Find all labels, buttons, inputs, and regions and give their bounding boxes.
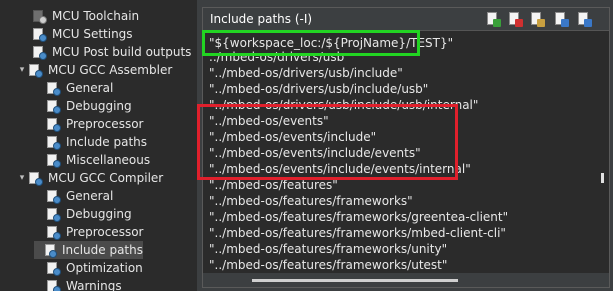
tree-item[interactable]: Miscellaneous xyxy=(34,151,150,169)
tree-item-label: Preprocessor xyxy=(66,117,144,131)
settings-page-icon xyxy=(46,153,61,168)
move-down-icon[interactable] xyxy=(576,11,592,27)
edit-path-icon[interactable] xyxy=(529,11,545,27)
tree-item[interactable]: MCU Toolchain xyxy=(20,7,139,25)
horizontal-scroll-thumb[interactable] xyxy=(252,279,458,282)
settings-tree: MCU Toolchain MCU Settings MCU Post build … xyxy=(0,0,197,291)
panel-title: Include paths (-I) xyxy=(210,12,313,26)
green-highlight-box xyxy=(202,30,420,56)
tree-item-label: MCU Toolchain xyxy=(52,9,140,23)
tree-item[interactable]: Preprocessor xyxy=(34,115,143,133)
tree-item[interactable]: ▾ MCU GCC Compiler xyxy=(16,169,163,187)
tree-item[interactable]: General xyxy=(34,187,113,205)
settings-page-icon xyxy=(28,171,43,186)
tree-item[interactable]: MCU Settings xyxy=(20,25,133,43)
tree-item[interactable]: MCU Post build outputs xyxy=(20,43,191,61)
settings-page-icon xyxy=(46,117,61,132)
collapse-chevron-icon[interactable]: ▾ xyxy=(16,169,28,187)
tree-item[interactable]: Include paths xyxy=(34,241,143,259)
settings-page-icon xyxy=(46,189,61,204)
settings-page-icon xyxy=(28,63,43,78)
panel-header: Include paths (-I) xyxy=(203,8,609,31)
settings-page-icon xyxy=(46,225,61,240)
settings-page-icon xyxy=(46,279,61,291)
tree-item[interactable]: Debugging xyxy=(34,205,132,223)
red-highlight-box xyxy=(197,104,458,180)
tree-item-label: Optimization xyxy=(66,261,143,275)
tree-item-label: General xyxy=(66,189,114,203)
settings-page-icon xyxy=(46,207,61,222)
settings-page-icon xyxy=(32,45,47,60)
tree-item-label: MCU GCC Compiler xyxy=(48,171,164,185)
settings-page-icon xyxy=(46,99,61,114)
delete-path-icon[interactable] xyxy=(507,11,523,27)
collapse-chevron-icon[interactable]: ▾ xyxy=(16,61,28,79)
include-path-item[interactable]: "../mbed-os/features/frameworks" xyxy=(209,193,413,209)
tree-item[interactable]: General xyxy=(34,79,113,97)
add-path-icon[interactable] xyxy=(485,11,501,27)
tree-item[interactable]: Warnings xyxy=(34,277,122,291)
tool-icon xyxy=(32,9,47,24)
tree-item-label: Include paths xyxy=(61,243,143,257)
tree-item-label: MCU Post build outputs xyxy=(52,45,192,59)
move-up-icon[interactable] xyxy=(553,11,569,27)
tree-item-label: Debugging xyxy=(66,99,132,113)
include-path-item[interactable]: "../mbed-os/features/frameworks/utest" xyxy=(209,257,447,273)
vertical-scroll-thumb[interactable] xyxy=(601,173,604,183)
tree-item[interactable]: Preprocessor xyxy=(34,223,143,241)
tree-item-label: Debugging xyxy=(66,207,132,221)
tree-item-label: MCU GCC Assembler xyxy=(48,63,173,77)
include-path-item[interactable]: "../mbed-os/features/frameworks/greentea… xyxy=(209,209,508,225)
tree-item-label: General xyxy=(66,81,114,95)
tree-item[interactable]: ▾ MCU GCC Assembler xyxy=(16,61,172,79)
include-path-item[interactable]: "../mbed-os/drivers/usb/include" xyxy=(209,65,403,81)
tree-item-label: Warnings xyxy=(66,279,122,291)
settings-page-icon xyxy=(46,81,61,96)
horizontal-scrollbar[interactable] xyxy=(203,273,609,287)
settings-page-icon xyxy=(46,261,61,276)
tree-item-label: Include paths xyxy=(66,135,148,149)
tree-item[interactable]: Include paths xyxy=(34,133,147,151)
settings-page-icon xyxy=(32,27,47,42)
include-path-item[interactable]: "../mbed-os/drivers/usb/include/usb" xyxy=(209,81,428,97)
include-path-item[interactable]: "../mbed-os/features/frameworks/unity" xyxy=(209,241,447,257)
vertical-scrollbar[interactable] xyxy=(596,31,609,273)
tree-item-label: Miscellaneous xyxy=(66,153,151,167)
tree-item[interactable]: Optimization xyxy=(34,259,143,277)
tree-item-label: Preprocessor xyxy=(66,225,144,239)
include-path-item[interactable]: "../mbed-os/features/frameworks/mbed-cli… xyxy=(209,225,506,241)
settings-page-icon xyxy=(44,243,57,258)
tree-item-label: MCU Settings xyxy=(52,27,133,41)
settings-page-icon xyxy=(46,135,61,150)
tree-item[interactable]: Debugging xyxy=(34,97,132,115)
